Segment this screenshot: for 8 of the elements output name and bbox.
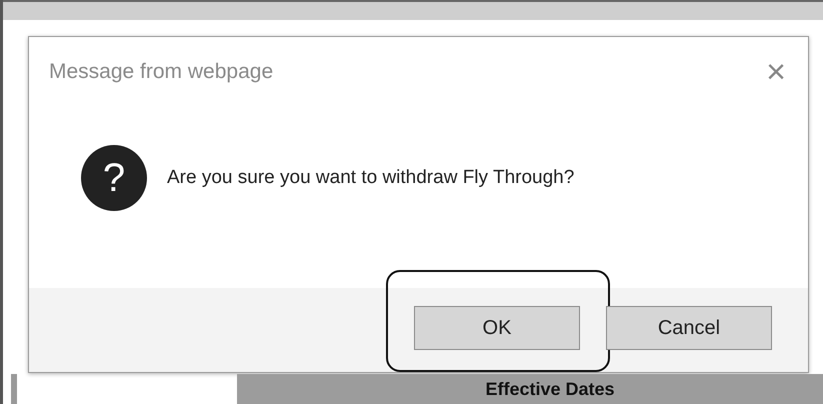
cancel-button[interactable]: Cancel <box>606 306 772 350</box>
close-button[interactable]: × <box>762 55 790 89</box>
ok-button[interactable]: OK <box>414 306 580 350</box>
dialog-message: Are you sure you want to withdraw Fly Through? <box>167 167 574 189</box>
section-header-text: Effective Dates <box>485 378 615 400</box>
dialog-title: Message from webpage <box>49 60 274 84</box>
question-icon: ? <box>81 145 147 211</box>
scroll-strip <box>11 374 17 404</box>
